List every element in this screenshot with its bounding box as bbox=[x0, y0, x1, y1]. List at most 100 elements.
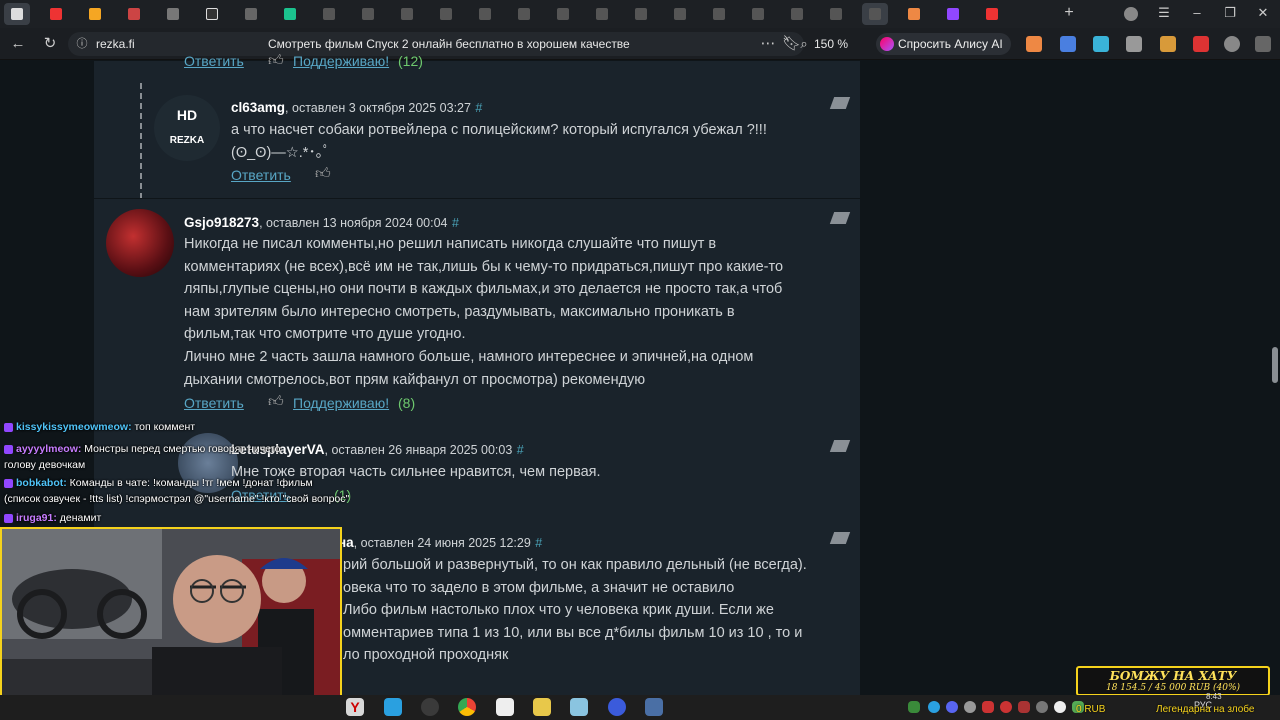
overlay-footer: 0 RUB Легендарна на злобе bbox=[1076, 704, 1254, 715]
tab[interactable] bbox=[82, 3, 108, 25]
tab[interactable] bbox=[550, 3, 576, 25]
tray-icon[interactable] bbox=[1036, 701, 1048, 713]
extension-icon[interactable] bbox=[1093, 36, 1109, 52]
minimize-icon[interactable]: – bbox=[1190, 6, 1204, 20]
ask-alice-button[interactable]: Спросить Алису AI bbox=[876, 33, 1011, 55]
comment-permalink[interactable]: # bbox=[517, 443, 524, 457]
scrollbar[interactable] bbox=[1270, 61, 1280, 695]
tray-icon[interactable] bbox=[1000, 701, 1012, 713]
clock[interactable]: 8:43 bbox=[1206, 692, 1222, 701]
tab[interactable] bbox=[784, 3, 810, 25]
tab[interactable] bbox=[472, 3, 498, 25]
extension-icon[interactable] bbox=[1026, 36, 1042, 52]
menu-icon[interactable]: ☰ bbox=[1157, 6, 1171, 20]
tab[interactable] bbox=[823, 3, 849, 25]
back-arrow-icon[interactable]: ← bbox=[10, 36, 26, 52]
tray-icon[interactable] bbox=[1054, 701, 1066, 713]
tab[interactable] bbox=[628, 3, 654, 25]
tab[interactable] bbox=[511, 3, 537, 25]
download-icon[interactable] bbox=[1255, 36, 1271, 52]
profile-icon[interactable] bbox=[1124, 7, 1138, 21]
app-icon[interactable] bbox=[496, 698, 514, 716]
donation-goal-widget: БОМЖУ НА ХАТУ 18 154.5 / 45 000 RUB (40%… bbox=[1076, 666, 1270, 696]
tab[interactable] bbox=[277, 3, 303, 25]
new-tab-button[interactable]: + bbox=[1061, 5, 1077, 21]
comment-username[interactable]: Gsjo918273 bbox=[184, 215, 259, 230]
tab[interactable] bbox=[901, 3, 927, 25]
comment-permalink[interactable]: # bbox=[535, 536, 542, 550]
comment-permalink[interactable]: # bbox=[475, 101, 482, 115]
comment-date: , оставлен 13 ноября 2024 00:04 bbox=[259, 216, 448, 230]
tab[interactable] bbox=[589, 3, 615, 25]
close-icon[interactable]: ✕ bbox=[1256, 6, 1270, 20]
tab[interactable] bbox=[979, 3, 1005, 25]
telegram-icon[interactable] bbox=[384, 698, 402, 716]
tab[interactable] bbox=[199, 3, 225, 25]
tray-icon[interactable] bbox=[964, 701, 976, 713]
report-flag-icon[interactable] bbox=[829, 532, 851, 544]
chat-text: голову девочкам bbox=[4, 459, 86, 471]
comment-permalink[interactable]: # bbox=[452, 216, 459, 230]
tab[interactable] bbox=[43, 3, 69, 25]
report-flag-icon[interactable] bbox=[829, 97, 851, 109]
reply-link[interactable]: Ответить bbox=[184, 395, 244, 413]
page-title[interactable]: Смотреть фильм Спуск 2 онлайн бесплатно … bbox=[268, 37, 630, 51]
tab[interactable] bbox=[160, 3, 186, 25]
reload-icon[interactable]: ↻ bbox=[42, 36, 58, 52]
zoom-level[interactable]: 150 % bbox=[814, 37, 848, 51]
scrollbar-thumb[interactable] bbox=[1272, 347, 1278, 383]
tab[interactable] bbox=[745, 3, 771, 25]
site-info-icon[interactable]: ⓘ bbox=[74, 36, 90, 52]
report-flag-icon[interactable] bbox=[829, 440, 851, 452]
comment-line: нам зрителям было интересно смотреть, ра… bbox=[184, 303, 735, 320]
tab[interactable] bbox=[667, 3, 693, 25]
support-link[interactable]: Поддерживаю! bbox=[293, 53, 389, 71]
thumbs-up-icon[interactable]: 👍︎ bbox=[268, 52, 284, 70]
tab[interactable] bbox=[706, 3, 732, 25]
url-domain[interactable]: rezka.fi bbox=[96, 37, 135, 51]
support-link[interactable]: Поддерживаю! bbox=[293, 395, 389, 413]
tab[interactable] bbox=[316, 3, 342, 25]
tray-icon[interactable] bbox=[1018, 701, 1030, 713]
tab[interactable] bbox=[940, 3, 966, 25]
media-icon[interactable] bbox=[1224, 36, 1240, 52]
comment-date: , оставлен 3 октября 2025 03:27 bbox=[285, 101, 471, 115]
app-icon[interactable] bbox=[645, 698, 663, 716]
yandex-icon[interactable]: Y bbox=[346, 698, 364, 716]
comment-text: а что насчет собаки ротвейлера с полицей… bbox=[231, 119, 851, 164]
extension-icon[interactable] bbox=[1160, 36, 1176, 52]
alice-label: Спросить Алису AI bbox=[898, 37, 1003, 51]
tray-icon[interactable] bbox=[908, 701, 920, 713]
tray-icon[interactable] bbox=[946, 701, 958, 713]
tray-icon[interactable] bbox=[982, 701, 994, 713]
more-icon[interactable]: ⋯ bbox=[760, 36, 776, 52]
restore-icon[interactable]: ❐ bbox=[1223, 6, 1237, 20]
tab-favicon bbox=[11, 8, 23, 20]
app-icon[interactable] bbox=[533, 698, 551, 716]
reply-link[interactable]: Ответить bbox=[231, 167, 291, 185]
messenger-icon[interactable] bbox=[608, 698, 626, 716]
comment-username[interactable]: cl63amg bbox=[231, 100, 285, 115]
report-flag-icon[interactable] bbox=[829, 212, 851, 224]
reply-link[interactable]: Ответить bbox=[184, 53, 244, 71]
thumbs-up-icon[interactable]: 👍︎ bbox=[268, 393, 284, 411]
tab[interactable] bbox=[238, 3, 264, 25]
extension-icon[interactable] bbox=[1193, 36, 1209, 52]
chat-message-continuation: голову девочкам bbox=[4, 459, 85, 471]
avatar-logo-text: HD bbox=[176, 107, 198, 123]
thumbs-up-icon[interactable]: 👍︎ bbox=[315, 165, 331, 183]
extension-icon[interactable] bbox=[1126, 36, 1142, 52]
chrome-icon[interactable] bbox=[458, 698, 476, 716]
app-icon[interactable] bbox=[570, 698, 588, 716]
tab[interactable] bbox=[433, 3, 459, 25]
obs-icon[interactable] bbox=[421, 698, 439, 716]
tab[interactable] bbox=[4, 3, 30, 25]
chat-username: ayyyylmeow: bbox=[16, 443, 82, 455]
tab[interactable] bbox=[355, 3, 381, 25]
translate-icon[interactable] bbox=[1060, 36, 1076, 52]
tray-icon[interactable] bbox=[928, 701, 940, 713]
tab-active[interactable] bbox=[862, 3, 888, 25]
tab[interactable] bbox=[394, 3, 420, 25]
avatar-logo-text: REZKA bbox=[169, 135, 205, 146]
tab[interactable] bbox=[121, 3, 147, 25]
